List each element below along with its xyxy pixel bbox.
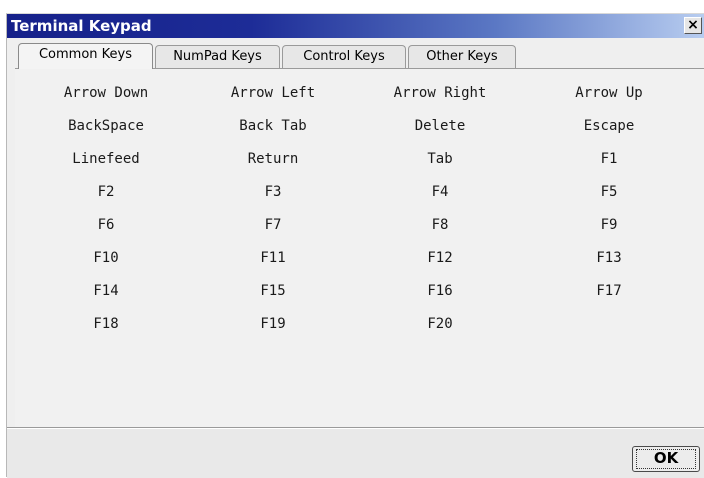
key-f5-button[interactable]: F5 [526,178,692,206]
key-tab-button[interactable]: Tab [357,145,523,173]
tab-label: Control Keys [303,49,385,64]
key-f16-button[interactable]: F16 [357,277,523,305]
key-f8-button[interactable]: F8 [357,211,523,239]
key-f18-button[interactable]: F18 [23,310,189,338]
tab-label: NumPad Keys [173,49,262,64]
title-bar[interactable]: Terminal Keypad × [7,14,704,38]
terminal-keypad-dialog: Terminal Keypad × Common Keys NumPad Key… [6,13,704,478]
tab-label: Common Keys [38,47,133,62]
key-arrow-down-button[interactable]: Arrow Down [23,79,189,107]
key-backspace-button[interactable]: BackSpace [23,112,189,140]
key-arrow-right-button[interactable]: Arrow Right [357,79,523,107]
key-f13-button[interactable]: F13 [526,244,692,272]
key-f17-button[interactable]: F17 [526,277,692,305]
key-f12-button[interactable]: F12 [357,244,523,272]
tab-label: Other Keys [426,49,498,64]
key-arrow-up-button[interactable]: Arrow Up [526,79,692,107]
key-f10-button[interactable]: F10 [23,244,189,272]
key-f2-button[interactable]: F2 [23,178,189,206]
key-f9-button[interactable]: F9 [526,211,692,239]
tab-numpad-keys[interactable]: NumPad Keys [155,45,280,68]
key-f14-button[interactable]: F14 [23,277,189,305]
key-f6-button[interactable]: F6 [23,211,189,239]
key-f15-button[interactable]: F15 [190,277,356,305]
key-f19-button[interactable]: F19 [190,310,356,338]
key-arrow-left-button[interactable]: Arrow Left [190,79,356,107]
common-keys-panel: Arrow Down Arrow Left Arrow Right Arrow Up B… [15,68,704,427]
window-title: Terminal Keypad [11,17,152,35]
tab-control-keys[interactable]: Control Keys [282,45,406,68]
ok-button[interactable]: OK [632,446,700,472]
close-button[interactable]: × [684,17,702,34]
key-return-button[interactable]: Return [190,145,356,173]
key-grid: Arrow Down Arrow Left Arrow Right Arrow Up B… [15,69,695,409]
key-f7-button[interactable]: F7 [190,211,356,239]
key-escape-button[interactable]: Escape [526,112,692,140]
focus-ring [636,449,696,469]
key-f3-button[interactable]: F3 [190,178,356,206]
key-delete-button[interactable]: Delete [357,112,523,140]
tab-common-keys[interactable]: Common Keys [18,43,153,69]
key-f1-button[interactable]: F1 [526,145,692,173]
tab-other-keys[interactable]: Other Keys [408,45,516,68]
key-f20-button[interactable]: F20 [357,310,523,338]
dialog-footer: OK [7,429,704,478]
key-f11-button[interactable]: F11 [190,244,356,272]
close-icon: × [687,17,699,33]
key-back-tab-button[interactable]: Back Tab [190,112,356,140]
key-linefeed-button[interactable]: Linefeed [23,145,189,173]
key-f4-button[interactable]: F4 [357,178,523,206]
